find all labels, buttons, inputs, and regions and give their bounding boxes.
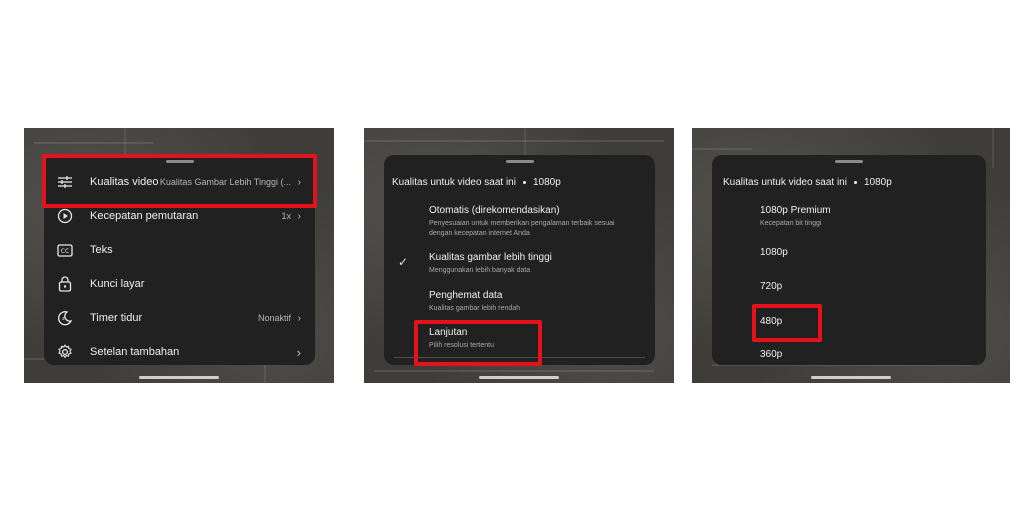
menu-item-label: Kecepatan pemutaran	[90, 210, 199, 222]
check-icon: ✓	[398, 255, 409, 269]
option-auto[interactable]: Otomatis (direkomendasikan) Penyesuaian …	[429, 205, 639, 239]
menu-item-label: Timer tidur	[90, 312, 143, 324]
menu-item-sleep-timer[interactable]: z Timer tidur Nonaktif ›	[44, 301, 315, 335]
header-value: 1080p	[532, 177, 561, 188]
header-title: Kualitas untuk video saat ini	[392, 177, 516, 188]
option-title: Otomatis (direkomendasikan)	[429, 205, 560, 216]
svg-text:CC: CC	[61, 248, 69, 255]
screenshot-video-settings: Kualitas video Kualitas Gambar Lebih Tin…	[24, 128, 334, 383]
menu-item-additional-settings[interactable]: Setelan tambahan ›	[44, 335, 315, 369]
sleep-timer-icon: z	[56, 309, 74, 327]
home-indicator	[811, 376, 891, 379]
option-title: 360p	[760, 349, 783, 360]
option-title: 720p	[760, 281, 783, 292]
menu-item-value: Nonaktif	[257, 313, 291, 323]
option-title: Penghemat data	[429, 290, 503, 301]
menu-item-label: Setelan tambahan	[90, 346, 180, 358]
highlight-box	[752, 304, 822, 342]
header-value: 1080p	[863, 177, 892, 188]
option-subtitle: Kualitas gambar lebih rendah	[429, 305, 521, 312]
drag-handle[interactable]	[505, 160, 534, 163]
option-1080p[interactable]: 1080p	[760, 247, 788, 258]
quality-header: Kualitas untuk video saat ini 1080p	[392, 177, 561, 188]
chevron-right-icon: ›	[297, 210, 301, 222]
option-subtitle: Menggunakan lebih banyak data	[429, 267, 531, 274]
option-higher-quality[interactable]: Kualitas gambar lebih tinggi Menggunakan…	[429, 252, 639, 276]
option-360p[interactable]: 360p	[760, 349, 782, 360]
svg-text:z: z	[62, 316, 65, 322]
option-1080p-premium[interactable]: 1080p Premium Kecepatan bit tinggi	[760, 205, 970, 229]
option-subtitle: Kecepatan bit tinggi	[760, 220, 822, 227]
option-subtitle: Penyesuaian untuk memberikan pengalaman …	[429, 220, 615, 237]
captions-icon: CC	[56, 241, 74, 259]
option-title: 1080p	[760, 247, 788, 258]
option-title: Kualitas gambar lebih tinggi	[429, 252, 552, 263]
chevron-right-icon: ›	[296, 344, 301, 360]
header-title: Kualitas untuk video saat ini	[723, 177, 847, 188]
gear-icon	[56, 343, 74, 361]
screenshot-resolution-options: Kualitas untuk video saat ini 1080p 1080p…	[692, 128, 1010, 383]
home-indicator	[139, 376, 219, 379]
menu-item-label: Kunci layar	[90, 278, 145, 290]
menu-item-value: 1x	[281, 211, 291, 221]
playback-speed-icon	[56, 207, 74, 225]
option-720p[interactable]: 720p	[760, 281, 782, 292]
menu-item-screen-lock[interactable]: Kunci layar	[44, 267, 315, 301]
highlight-box	[42, 154, 317, 208]
lock-icon	[56, 275, 74, 293]
menu-item-label: Teks	[90, 244, 113, 256]
quality-header: Kualitas untuk video saat ini 1080p	[723, 177, 892, 188]
home-indicator	[479, 376, 559, 379]
screenshot-quality-options: Kualitas untuk video saat ini 1080p Otoma…	[364, 128, 674, 383]
chevron-right-icon: ›	[297, 312, 301, 324]
option-title: 1080p Premium	[760, 205, 831, 216]
highlight-box	[414, 320, 542, 366]
menu-item-captions[interactable]: CC Teks	[44, 233, 315, 267]
drag-handle[interactable]	[835, 160, 863, 163]
option-data-saver[interactable]: Penghemat data Kualitas gambar lebih ren…	[429, 290, 639, 314]
